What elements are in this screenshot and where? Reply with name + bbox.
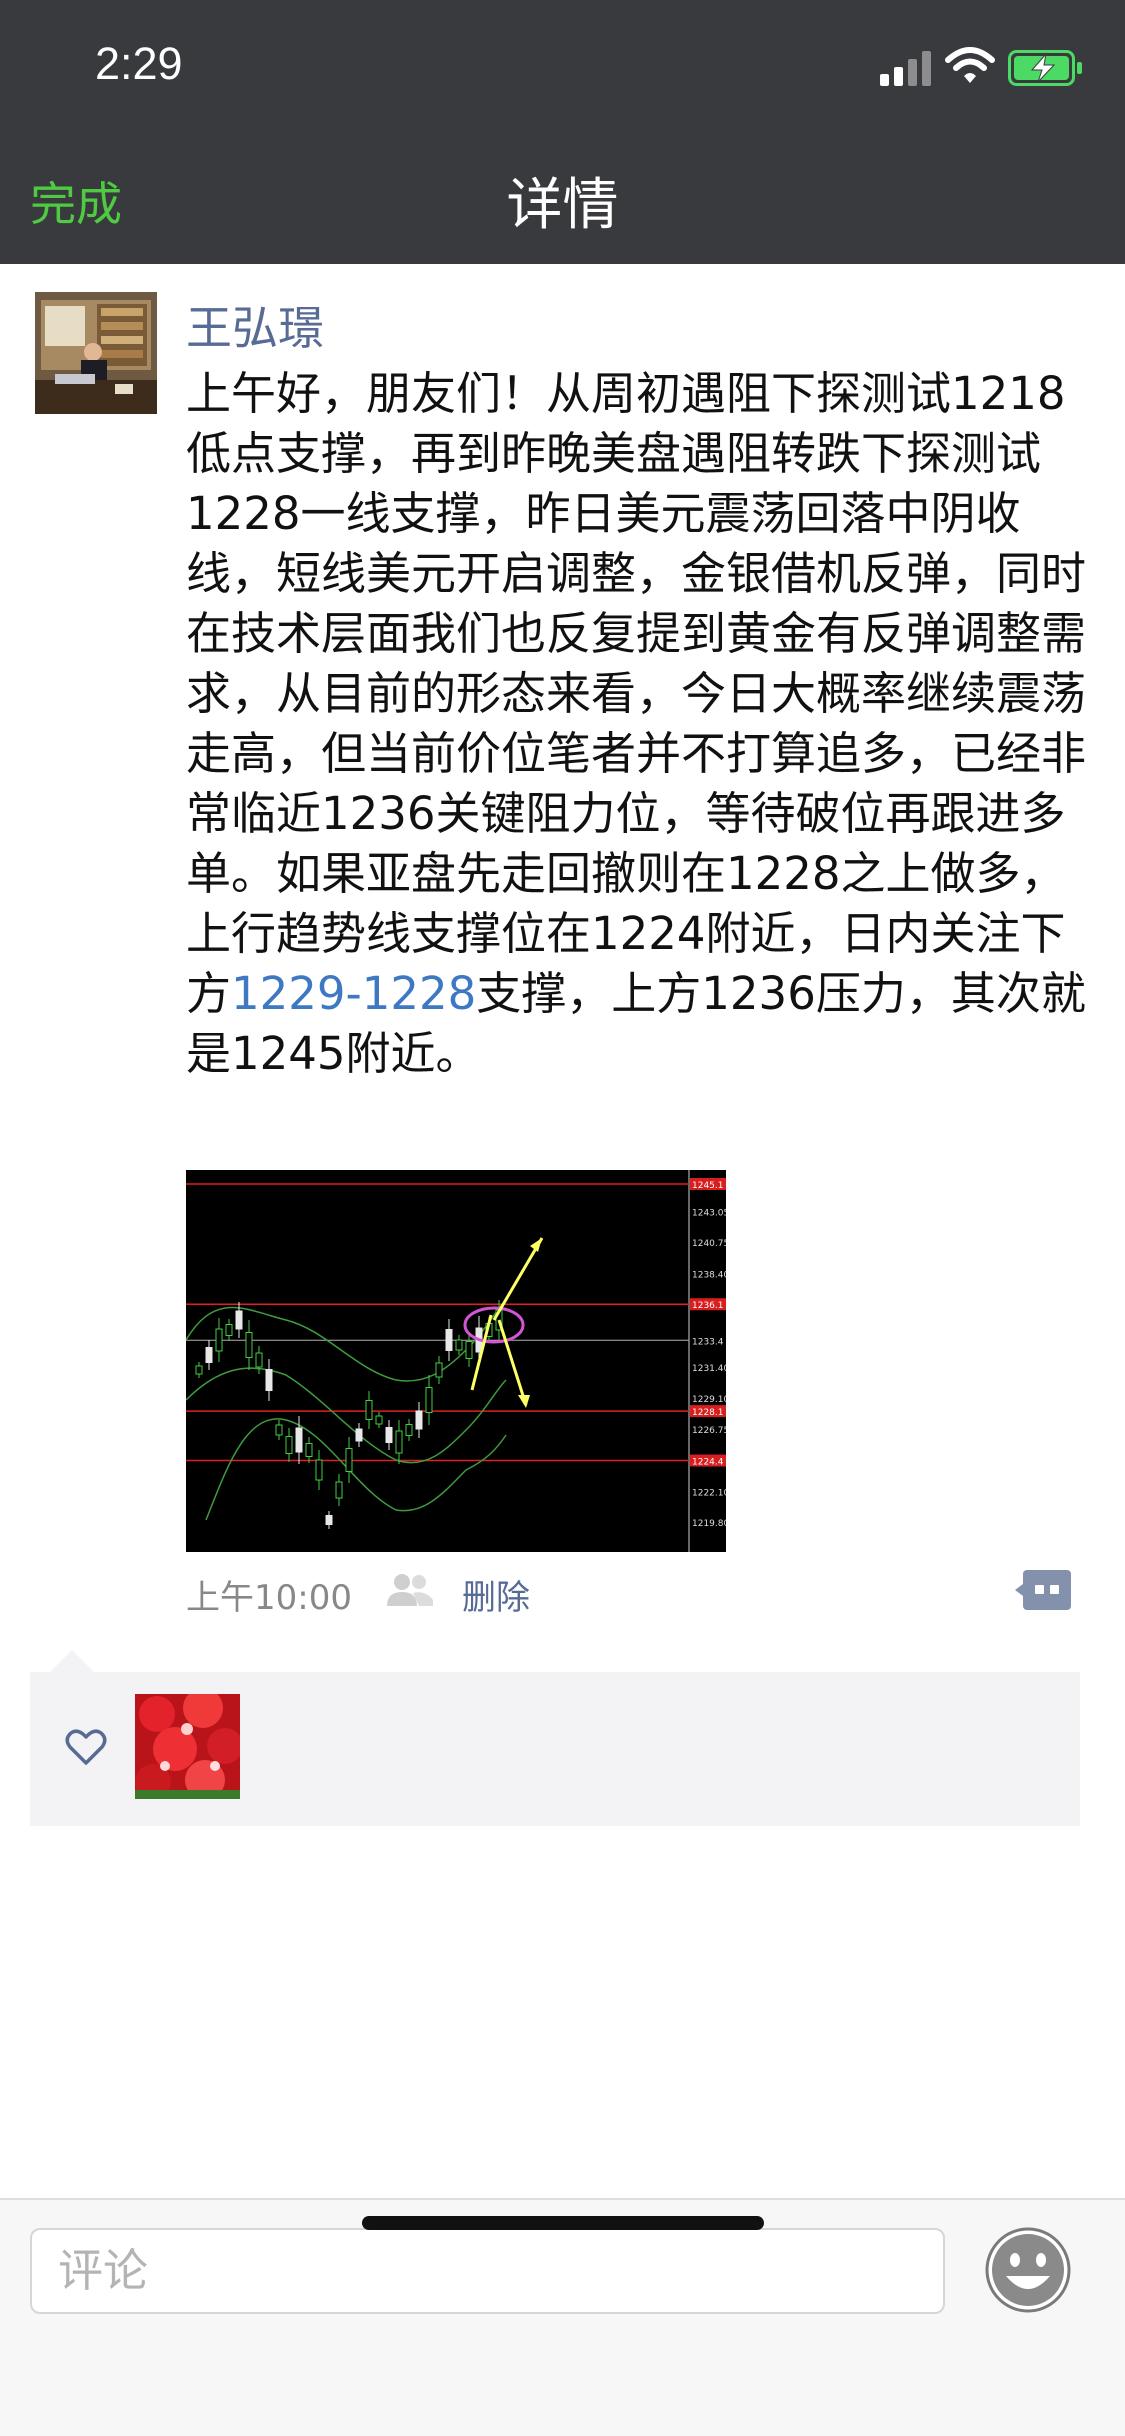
delete-button[interactable]: 删除 bbox=[462, 1570, 530, 1619]
post-chart-image[interactable]: 1245.1 1243.05 1240.75 1238.40 1236.1 1233.4 1… bbox=[186, 1170, 726, 1552]
candle bbox=[435, 1362, 443, 1378]
candle bbox=[465, 1341, 473, 1359]
candle bbox=[295, 1427, 303, 1453]
candle bbox=[355, 1428, 363, 1442]
price-tick-label: 1222.10 bbox=[692, 1488, 726, 1498]
candle bbox=[345, 1448, 353, 1472]
candle bbox=[415, 1410, 423, 1430]
battery-charging-icon bbox=[1008, 50, 1082, 86]
candle bbox=[245, 1332, 253, 1358]
bottom-bar: 评论 bbox=[0, 2198, 1125, 2436]
candle bbox=[395, 1430, 403, 1454]
candle bbox=[405, 1424, 413, 1436]
price-range-link[interactable]: 1229-1228 bbox=[231, 967, 476, 1020]
page-title: 详情 bbox=[506, 173, 619, 238]
candle bbox=[365, 1400, 373, 1420]
price-tick-label: 1238.40 bbox=[692, 1271, 726, 1281]
wifi-icon bbox=[945, 47, 995, 83]
price-tick-label: 1226.75 bbox=[692, 1426, 726, 1436]
friends-visibility-icon bbox=[387, 1574, 433, 1606]
emoji-icon[interactable] bbox=[984, 2226, 1072, 2314]
candle bbox=[205, 1347, 213, 1363]
post-text-main: 上午好，朋友们！从周初遇阻下探测试1218低点支撑，再到昨晚美盘遇阻转跌下探测试… bbox=[186, 367, 1087, 1020]
author-name[interactable]: 王弘璟 bbox=[186, 292, 324, 358]
post-time: 上午10:00 bbox=[186, 1578, 352, 1618]
price-tick-label: 1229.10 bbox=[692, 1395, 726, 1405]
candle bbox=[445, 1329, 453, 1351]
candle bbox=[285, 1436, 293, 1454]
post-text: 上午好，朋友们！从周初遇阻下探测试1218低点支撑，再到昨晚美盘遇阻转跌下探测试… bbox=[186, 364, 1101, 1084]
price-tick-label: 1245.1 bbox=[692, 1181, 724, 1191]
candle bbox=[325, 1515, 333, 1525]
candle bbox=[195, 1365, 203, 1375]
author-avatar[interactable] bbox=[35, 292, 157, 414]
candle bbox=[275, 1424, 283, 1436]
candle bbox=[265, 1369, 273, 1391]
comment-menu-icon[interactable] bbox=[1015, 1568, 1073, 1612]
price-tick-label: 1233.4 bbox=[692, 1337, 724, 1347]
candle bbox=[315, 1459, 323, 1481]
candle bbox=[335, 1481, 343, 1499]
home-indicator bbox=[362, 2216, 764, 2230]
candle bbox=[225, 1324, 233, 1336]
price-tick-label: 1236.1 bbox=[692, 1301, 724, 1311]
candle bbox=[235, 1310, 243, 1330]
top-bar: 2:29 完成 详情 bbox=[0, 0, 1125, 264]
price-tick-label: 1243.05 bbox=[692, 1208, 726, 1218]
candle bbox=[425, 1387, 433, 1413]
status-time: 2:29 bbox=[95, 38, 183, 89]
candle bbox=[255, 1352, 263, 1368]
likes-caret bbox=[50, 1650, 94, 1672]
candle bbox=[375, 1415, 383, 1425]
comment-input[interactable]: 评论 bbox=[30, 2228, 945, 2314]
price-tick-label: 1228.1 bbox=[692, 1408, 724, 1418]
price-tick-label: 1231.40 bbox=[692, 1364, 726, 1374]
price-tick-label: 1240.75 bbox=[692, 1239, 726, 1249]
candle bbox=[385, 1427, 393, 1443]
price-tick-label: 1224.4 bbox=[692, 1458, 724, 1468]
candle bbox=[455, 1339, 463, 1351]
heart-icon bbox=[65, 1729, 107, 1765]
likes-panel bbox=[30, 1672, 1080, 1826]
price-tick-label: 1219.80 bbox=[692, 1519, 726, 1529]
signal-icon bbox=[880, 51, 931, 86]
liker-avatar[interactable] bbox=[135, 1694, 240, 1799]
candle bbox=[215, 1328, 223, 1352]
candle bbox=[305, 1443, 313, 1457]
